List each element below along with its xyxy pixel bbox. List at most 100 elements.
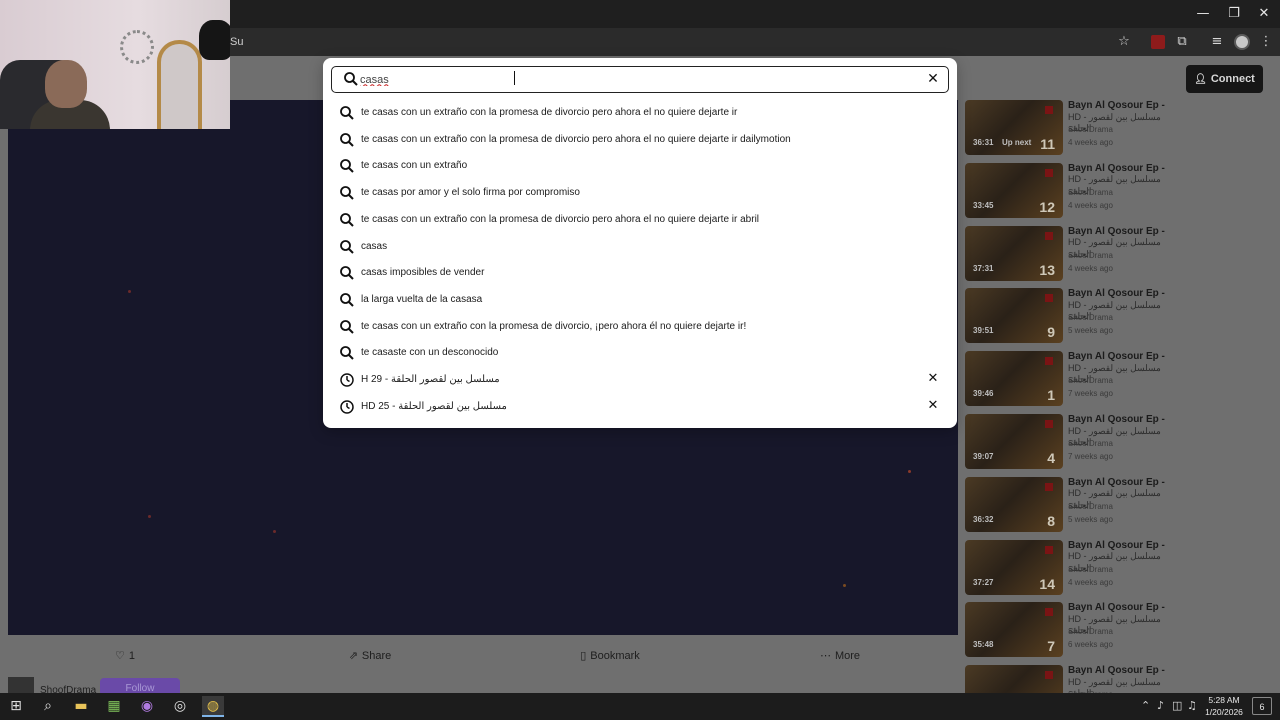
chrome-icon[interactable]: ◍	[202, 696, 224, 717]
start-windows-icon[interactable]: ⊞	[5, 696, 27, 717]
more-button[interactable]: ⋯ More	[800, 645, 880, 667]
video-thumbnail[interactable]: 33:45 12	[965, 162, 1063, 218]
channel-avatar[interactable]	[8, 677, 34, 693]
search-box[interactable]: ✕	[331, 66, 949, 93]
search-suggestion[interactable]: casas imposibles de vender	[331, 260, 949, 286]
video-thumbnail[interactable]: 35:48 7	[965, 602, 1063, 658]
extensions-puzzle-icon[interactable]: ⧉	[1174, 34, 1190, 50]
video-spark	[843, 584, 846, 587]
search-suggestion[interactable]: casas	[331, 234, 949, 260]
restore-button[interactable]: ❐	[1219, 4, 1249, 24]
video-spark	[908, 470, 911, 473]
channel-badge-icon	[1045, 168, 1053, 177]
clear-search-icon[interactable]: ✕	[924, 70, 942, 88]
video-card[interactable]: 39:51 9 Bayn Al Qosour Ep - HD - مسلسل بين …	[965, 286, 1175, 344]
video-thumbnail[interactable]: 39:46 1	[965, 351, 1063, 407]
video-thumbnail[interactable]	[965, 665, 1063, 693]
history-clock-icon	[340, 373, 354, 387]
video-thumbnail[interactable]: 37:31 13	[965, 225, 1063, 281]
bookmark-icon: ▯	[580, 649, 587, 662]
share-button[interactable]: ⇗ Share	[320, 645, 420, 667]
video-duration: 39:51	[973, 326, 994, 336]
search-suggestion[interactable]: te casas con un extraño con la promesa d…	[331, 314, 949, 340]
reading-list-icon[interactable]: ≡	[1209, 34, 1225, 50]
remove-history-icon[interactable]: ✕	[925, 398, 941, 414]
remove-history-icon[interactable]: ✕	[925, 371, 941, 387]
close-window-button[interactable]: ✕	[1249, 4, 1279, 24]
taskbar-search-icon[interactable]: ⌕	[37, 696, 59, 717]
video-card[interactable]: Bayn Al Qosour Ep - HD - مسلسل بين لقصور …	[965, 663, 1175, 693]
extension-red-icon[interactable]	[1151, 35, 1165, 49]
suggestion-text: te casas con un extraño con la promesa d…	[361, 107, 738, 118]
store-icon[interactable]: ▦	[103, 696, 125, 717]
notification-center-icon[interactable]: 6	[1252, 697, 1272, 715]
wall-clock-decor	[120, 30, 154, 64]
episode-number: 7	[1047, 638, 1055, 655]
video-channel[interactable]: ShoofDrama	[1068, 188, 1113, 197]
video-duration: 36:32	[973, 514, 994, 524]
video-thumbnail[interactable]: 36:32 8	[965, 476, 1063, 532]
bookmark-button[interactable]: ▯ Bookmark	[555, 645, 665, 667]
video-thumbnail[interactable]: 36:31 Up next 11	[965, 100, 1063, 155]
minimize-button[interactable]: —	[1188, 4, 1218, 24]
video-channel[interactable]: ShoofDrama	[1068, 376, 1113, 385]
like-button[interactable]: ♡ 1	[80, 645, 170, 667]
network-icon[interactable]: ◫	[1172, 699, 1182, 712]
search-suggestion[interactable]: te casaste con un desconocido	[331, 340, 949, 366]
video-card[interactable]: 36:32 8 Bayn Al Qosour Ep - HD - مسلسل بين …	[965, 475, 1175, 533]
search-history-item[interactable]: H 29 - مسلسل بين لقصور الحلقة ✕	[331, 367, 949, 393]
video-channel[interactable]: ShoofDrama	[1068, 627, 1113, 636]
browser-menu-icon[interactable]: ⋮	[1258, 34, 1274, 50]
search-icon	[340, 346, 354, 361]
more-dots-icon: ⋯	[819, 649, 831, 662]
video-thumbnail[interactable]: 39:07 4	[965, 414, 1063, 469]
video-card[interactable]: 36:31 Up next 11 Bayn Al Qosour Ep - HD - مس…	[965, 98, 1175, 156]
history-clock-icon	[340, 399, 354, 414]
video-channel[interactable]: ShoofDrama	[1068, 502, 1113, 511]
video-channel[interactable]: ShoofDrama	[1068, 125, 1113, 134]
clock-date: 1/20/2026	[1205, 707, 1243, 717]
address-bar-text[interactable]: Su	[230, 36, 243, 48]
video-card[interactable]: 33:45 12 Bayn Al Qosour Ep - HD - مسلسل بين…	[965, 161, 1175, 219]
video-title[interactable]: Bayn Al Qosour Ep - HD - مسلسل بين لقصور …	[1068, 665, 1173, 693]
video-card[interactable]: 39:46 1 Bayn Al Qosour Ep - HD - مسلسل بين …	[965, 349, 1175, 407]
search-icon	[340, 292, 354, 307]
video-card[interactable]: 37:27 14 Bayn Al Qosour Ep - HD - مسلسل بين…	[965, 538, 1175, 596]
video-card[interactable]: 35:48 7 Bayn Al Qosour Ep - HD - مسلسل بين …	[965, 600, 1175, 658]
profile-avatar-icon[interactable]	[1234, 34, 1250, 50]
video-title-line: Bayn Al Qosour Ep -	[1068, 602, 1165, 614]
microphone-icon[interactable]: ♪	[1157, 699, 1164, 712]
connect-button[interactable]: 👤︎ Connect	[1186, 65, 1263, 93]
suggestion-text: casas	[361, 240, 388, 252]
search-history-item[interactable]: HD 25 - مسلسل بين لقصور الحلقة ✕	[331, 394, 949, 420]
video-thumbnail[interactable]: 37:27 14	[965, 539, 1063, 595]
search-suggestion[interactable]: la larga vuelta de la casasa	[331, 287, 949, 313]
search-suggestion[interactable]: te casas con un extraño con la promesa d…	[331, 207, 949, 233]
video-age: 4 weeks ago	[1068, 263, 1113, 273]
obs-icon[interactable]: ◎	[169, 696, 191, 717]
search-input[interactable]	[360, 70, 920, 89]
video-channel[interactable]: ShoofDrama	[1068, 565, 1113, 574]
video-channel[interactable]: ShoofDrama	[1068, 313, 1113, 322]
search-suggestion[interactable]: te casas con un extraño con la promesa d…	[331, 127, 949, 153]
up-next-list: 36:31 Up next 11 Bayn Al Qosour Ep - HD - مس…	[965, 98, 1175, 693]
video-channel[interactable]: ShoofDrama	[1068, 251, 1113, 260]
suggestion-text: casas imposibles de vender	[361, 267, 485, 279]
search-suggestion[interactable]: te casas con un extraño con la promesa d…	[331, 100, 949, 126]
suggestion-text: H 29 - مسلسل بين لقصور الحلقة	[361, 374, 500, 385]
taskbar-clock[interactable]: 5:28 AM 1/20/2026	[1198, 694, 1250, 718]
search-suggestion[interactable]: te casas con un extraño	[331, 153, 949, 179]
search-suggestion[interactable]: te casas por amor y el solo firma por co…	[331, 180, 949, 206]
video-card[interactable]: 37:31 13 Bayn Al Qosour Ep - HD - مسلسل بين…	[965, 224, 1175, 282]
video-card[interactable]: 39:07 4 Bayn Al Qosour Ep - HD - مسلسل بين …	[965, 412, 1175, 470]
tray-chevron-icon[interactable]: ⌃	[1141, 699, 1150, 712]
search-icon	[340, 239, 354, 254]
search-icon	[340, 132, 354, 147]
episode-number: 9	[1047, 324, 1055, 341]
volume-icon[interactable]: ♫	[1187, 699, 1197, 712]
bookmark-star-icon[interactable]: ☆	[1116, 34, 1132, 50]
video-channel[interactable]: ShoofDrama	[1068, 439, 1113, 448]
messenger-icon[interactable]: ◉	[136, 696, 158, 717]
file-explorer-icon[interactable]: ▬	[70, 696, 92, 717]
video-thumbnail[interactable]: 39:51 9	[965, 288, 1063, 344]
